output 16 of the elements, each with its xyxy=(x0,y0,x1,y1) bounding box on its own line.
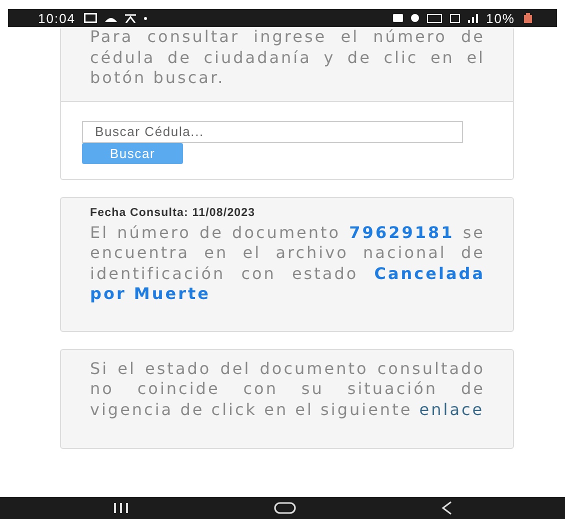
message-icon xyxy=(84,13,97,23)
dot-icon xyxy=(144,16,147,20)
instructions-text: Para consultar ingrese el número de cédula de ciudadanía y de clic en el botón buscar. xyxy=(90,27,485,88)
signal-icon xyxy=(468,14,478,22)
result-message: El número de documento 79629181 se encuentra en el archivo nacional de identificación con estado Cancelada por Muerte xyxy=(90,222,485,304)
clock-time: 10:04 xyxy=(38,10,76,26)
search-field[interactable]: Buscar Cédula... xyxy=(82,120,463,142)
home-icon[interactable] xyxy=(274,502,296,514)
query-date: Fecha Consulta: 11/08/2023 xyxy=(90,206,256,218)
link[interactable]: enlace xyxy=(419,400,484,418)
back-icon[interactable] xyxy=(440,501,452,515)
battery-icon xyxy=(523,13,533,23)
recent-apps-icon[interactable] xyxy=(112,503,128,513)
battery-level: 10% xyxy=(486,10,515,26)
antenna-icon xyxy=(124,14,136,22)
note-text: Si el estado del documento consultado no coincide con su situación de vigencia de click en el siguiente enlace xyxy=(90,358,485,420)
